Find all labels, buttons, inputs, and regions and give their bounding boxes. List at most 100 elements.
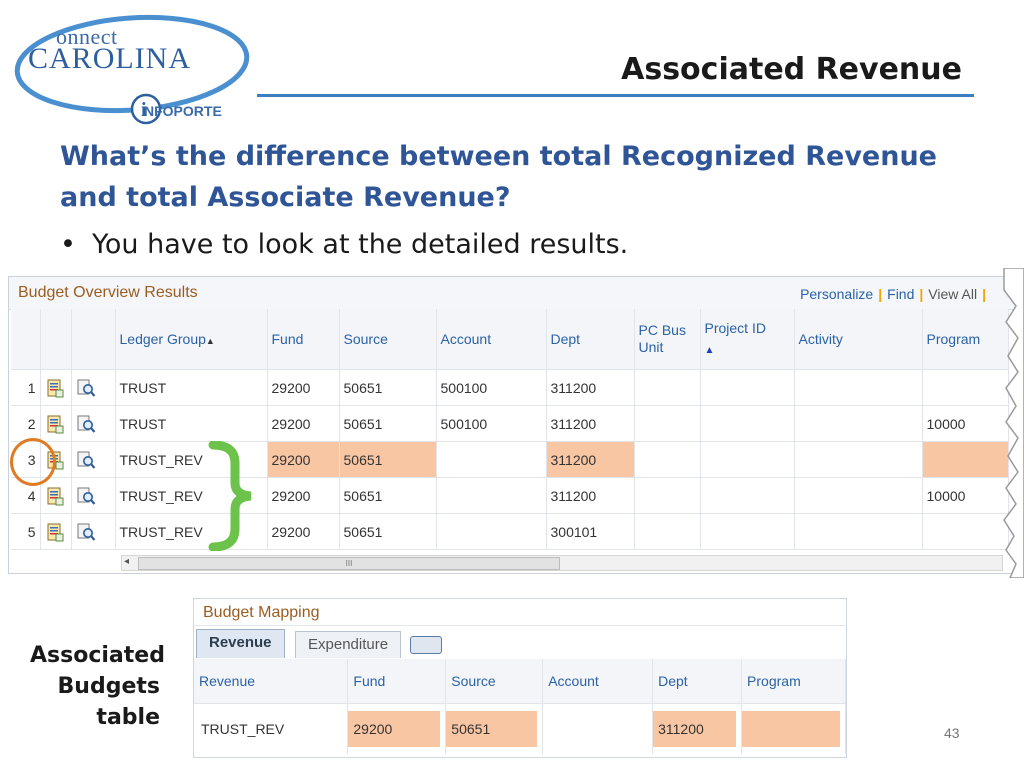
cell-account: 500100	[436, 369, 547, 406]
col-fund[interactable]: Fund	[347, 659, 447, 704]
scrollbar-thumb[interactable]: III	[138, 557, 560, 570]
personalize-link[interactable]: Personalize	[800, 286, 873, 302]
col-dept[interactable]: Dept	[652, 659, 743, 704]
horizontal-scrollbar[interactable]: ◂ III	[121, 555, 1003, 571]
row-drill-cell[interactable]	[71, 513, 116, 550]
bullet-text: You have to look at the detailed results…	[92, 229, 629, 260]
row-detail-cell[interactable]	[40, 513, 72, 550]
col-revenue[interactable]: Revenue	[194, 659, 349, 704]
col-source[interactable]: Source	[339, 309, 437, 370]
drill-search-icon[interactable]	[76, 450, 96, 469]
panel-header: Budget Overview Results Personalize | Find…	[9, 277, 1019, 310]
col-account[interactable]: Account	[542, 659, 654, 704]
cell-source: 50651	[339, 405, 437, 442]
cell-source: 50651	[339, 513, 437, 550]
col-dept[interactable]: Dept	[546, 309, 635, 370]
label-line: table	[96, 705, 160, 730]
cell-project	[700, 441, 795, 478]
cell-pcbu	[634, 369, 701, 406]
label-line: Budgets	[57, 674, 160, 699]
drill-search-icon[interactable]	[76, 486, 96, 505]
bullet-item: • You have to look at the detailed result…	[60, 229, 628, 260]
col-label: Ledger Group	[119, 331, 206, 347]
mapping-grid: Revenue Fund Source Account Dept Program…	[194, 659, 846, 754]
budget-mapping-panel: Budget Mapping Revenue Expenditure Reven…	[193, 598, 847, 758]
drill-search-icon[interactable]	[76, 522, 96, 541]
cell-ledger: TRUST	[115, 369, 268, 406]
label-line: Associated	[30, 643, 165, 668]
cell-pcbu	[634, 513, 701, 550]
row-detail-cell[interactable]	[40, 405, 72, 442]
detail-report-icon[interactable]	[45, 414, 65, 433]
table-row: TRUST_REV 29200 50651 311200	[194, 703, 846, 754]
cell-pcbu	[634, 441, 701, 478]
drill-search-icon[interactable]	[76, 378, 96, 397]
cell-project	[700, 513, 795, 550]
view-all-link[interactable]: View All	[928, 286, 977, 302]
cell-activity	[794, 513, 923, 550]
bullet-dot: •	[60, 229, 76, 260]
col-fund[interactable]: Fund	[267, 309, 340, 370]
cell-activity	[794, 441, 923, 478]
cell-project	[700, 369, 795, 406]
col-account[interactable]: Account	[436, 309, 547, 370]
show-all-columns-icon[interactable]	[410, 636, 442, 654]
cell-source: 50651	[339, 477, 437, 514]
row-detail-cell[interactable]	[40, 369, 72, 406]
tab-expenditure[interactable]: Expenditure	[295, 631, 402, 658]
question-heading: What’s the difference between total Reco…	[60, 141, 937, 213]
cell-pcbu	[634, 405, 701, 442]
cell-account	[436, 441, 547, 478]
detail-report-icon[interactable]	[45, 522, 65, 541]
logo-word-carolina: CAROLINA	[28, 42, 191, 76]
col-drill-icon	[71, 309, 116, 370]
col-row-number	[11, 309, 41, 370]
cell-project	[700, 477, 795, 514]
drill-search-icon[interactable]	[76, 414, 96, 433]
row-drill-cell[interactable]	[71, 369, 116, 406]
cell-text: TRUST_REV	[201, 721, 285, 737]
cell-project	[700, 405, 795, 442]
cell-dept: 311200	[546, 477, 635, 514]
scroll-left-icon[interactable]: ◂	[124, 556, 129, 567]
row-number: 2	[11, 405, 41, 442]
find-link[interactable]: Find	[887, 286, 914, 302]
row-drill-cell[interactable]	[71, 441, 116, 478]
cell-text	[742, 711, 840, 747]
detail-report-icon[interactable]	[45, 378, 65, 397]
cell-source: 50651	[339, 369, 437, 406]
row-3-circle-highlight	[10, 438, 56, 486]
col-detail-icon	[40, 309, 72, 370]
cell-source: 50651	[445, 703, 544, 754]
cell-account	[436, 477, 547, 514]
detail-report-icon[interactable]	[45, 486, 65, 505]
row-detail-cell[interactable]	[40, 477, 72, 514]
torn-edge-icon	[1003, 268, 1024, 578]
panel-header: Budget Mapping	[194, 599, 846, 626]
link-separator: |	[878, 286, 883, 302]
col-pc-bus-unit[interactable]: PC Bus Unit	[634, 309, 701, 370]
tab-revenue[interactable]: Revenue	[196, 629, 285, 658]
logo-main: AROLINA	[49, 42, 192, 75]
page-number: 43	[944, 725, 960, 741]
grid-links: Personalize | Find | View All |	[800, 286, 991, 302]
budget-overview-panel: Budget Overview Results Personalize | Find…	[8, 276, 1020, 574]
col-ledger-group[interactable]: Ledger Group▲	[115, 309, 268, 370]
row-drill-cell[interactable]	[71, 477, 116, 514]
col-project-id[interactable]: Project ID ▲	[700, 309, 795, 370]
table-row: 3 TRUST_REV 29200 50651 311200	[11, 441, 1009, 478]
cell-text: 311200	[653, 711, 737, 747]
cell-pcbu	[634, 477, 701, 514]
cell-dept: 300101	[546, 513, 635, 550]
col-program[interactable]: Program	[741, 659, 846, 704]
cell-source: 50651	[339, 441, 437, 478]
slide-title: Associated Revenue	[621, 52, 962, 87]
cell-program	[741, 703, 846, 754]
sort-indicator-icon: ▲	[704, 344, 715, 356]
title-rule	[257, 94, 974, 97]
col-source[interactable]: Source	[445, 659, 544, 704]
col-activity[interactable]: Activity	[794, 309, 923, 370]
row-drill-cell[interactable]	[71, 405, 116, 442]
grid-header-row: Ledger Group▲ Fund Source Account Dept P…	[11, 309, 1009, 370]
panel-title: Budget Mapping	[203, 604, 320, 621]
